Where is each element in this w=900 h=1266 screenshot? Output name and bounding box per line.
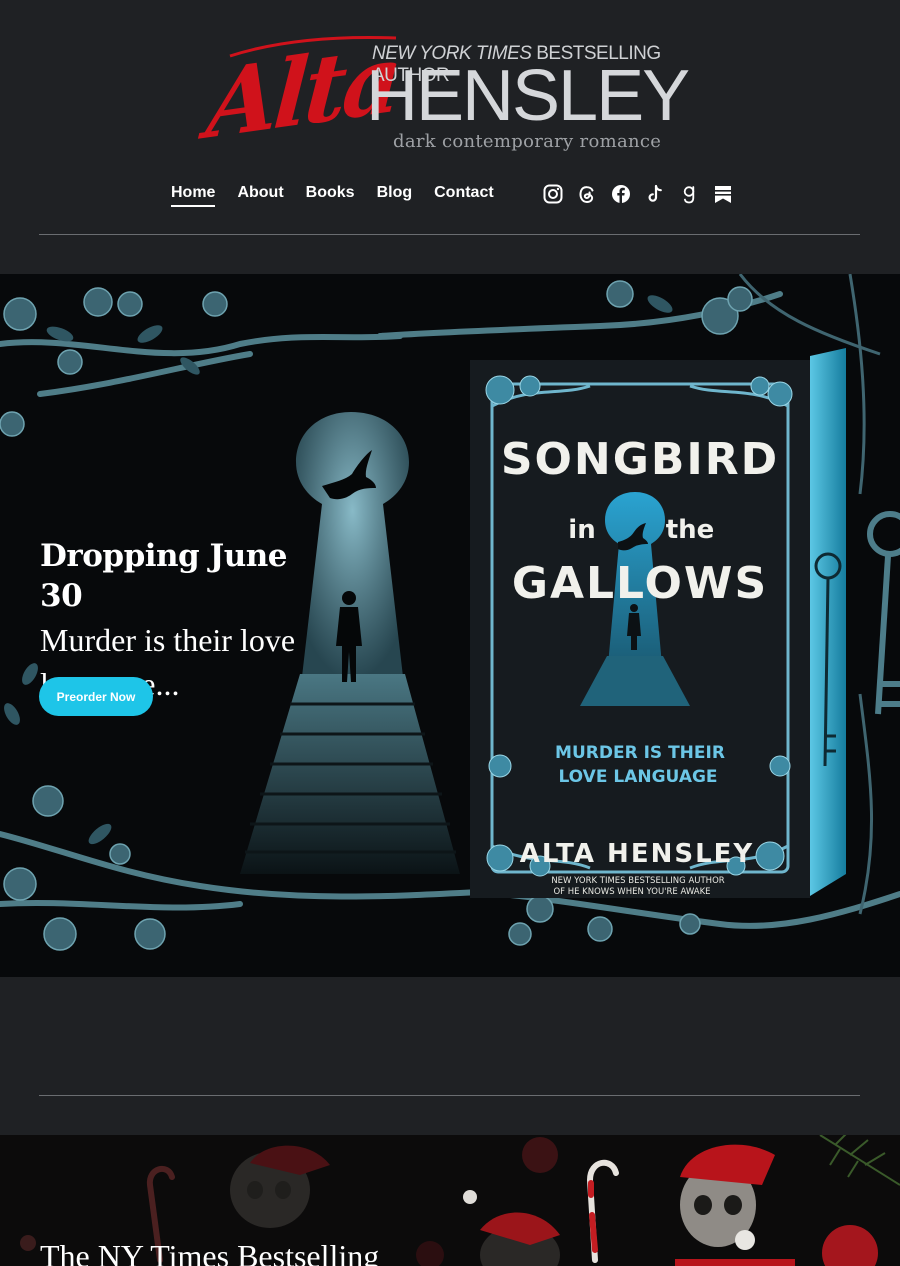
book-title-the: the xyxy=(666,515,715,545)
hero-release-date: Dropping June 30 xyxy=(40,538,288,614)
section-divider xyxy=(39,1095,860,1096)
section-title: The NY Times Bestselling xyxy=(40,1238,380,1266)
book-credit-1: NEW YORK TIMES BESTSELLING AUTHOR xyxy=(551,876,724,886)
book-subtitle-1: MURDER IS THEIR xyxy=(555,743,725,763)
goodreads-icon[interactable] xyxy=(678,183,700,205)
nav-books[interactable]: Books xyxy=(306,184,355,207)
threads-icon[interactable] xyxy=(576,183,598,205)
nav-contact[interactable]: Contact xyxy=(434,184,494,207)
hero-banner: SONGBIRD in the GALLOWS MURDER IS THEIR … xyxy=(0,274,900,977)
book-credit-2: OF HE KNOWS WHEN YOU'RE AWAKE xyxy=(553,887,710,897)
bestseller-banner: The NY Times Bestselling xyxy=(0,1135,900,1266)
nav-blog[interactable]: Blog xyxy=(377,184,413,207)
nav-about[interactable]: About xyxy=(237,184,283,207)
logo-surname: HENSLEY xyxy=(366,56,690,136)
bookbub-icon[interactable] xyxy=(712,183,734,205)
facebook-icon[interactable] xyxy=(610,183,632,205)
logo-tagline: dark contemporary romance xyxy=(393,131,662,152)
social-links xyxy=(542,183,734,205)
main-nav: Home About Books Blog Contact xyxy=(171,184,516,207)
book-title-line3: GALLOWS xyxy=(512,558,768,609)
book-cover[interactable]: SONGBIRD in the GALLOWS MURDER IS THEIR … xyxy=(470,346,850,906)
book-title-line1: SONGBIRD xyxy=(501,434,779,485)
book-author: ALTA HENSLEY xyxy=(520,839,754,869)
preorder-button[interactable]: Preorder Now xyxy=(39,677,153,716)
site-header: Alta NEW YORK TIMES BESTSELLING AUTHOR H… xyxy=(0,0,900,274)
nav-home[interactable]: Home xyxy=(171,184,216,207)
book-subtitle-2: LOVE LANGUAGE xyxy=(558,767,717,787)
book-title-in: in xyxy=(568,515,595,545)
instagram-icon[interactable] xyxy=(542,183,564,205)
header-divider xyxy=(39,234,860,235)
tiktok-icon[interactable] xyxy=(644,183,666,205)
site-logo[interactable]: Alta NEW YORK TIMES BESTSELLING AUTHOR H… xyxy=(200,23,700,160)
